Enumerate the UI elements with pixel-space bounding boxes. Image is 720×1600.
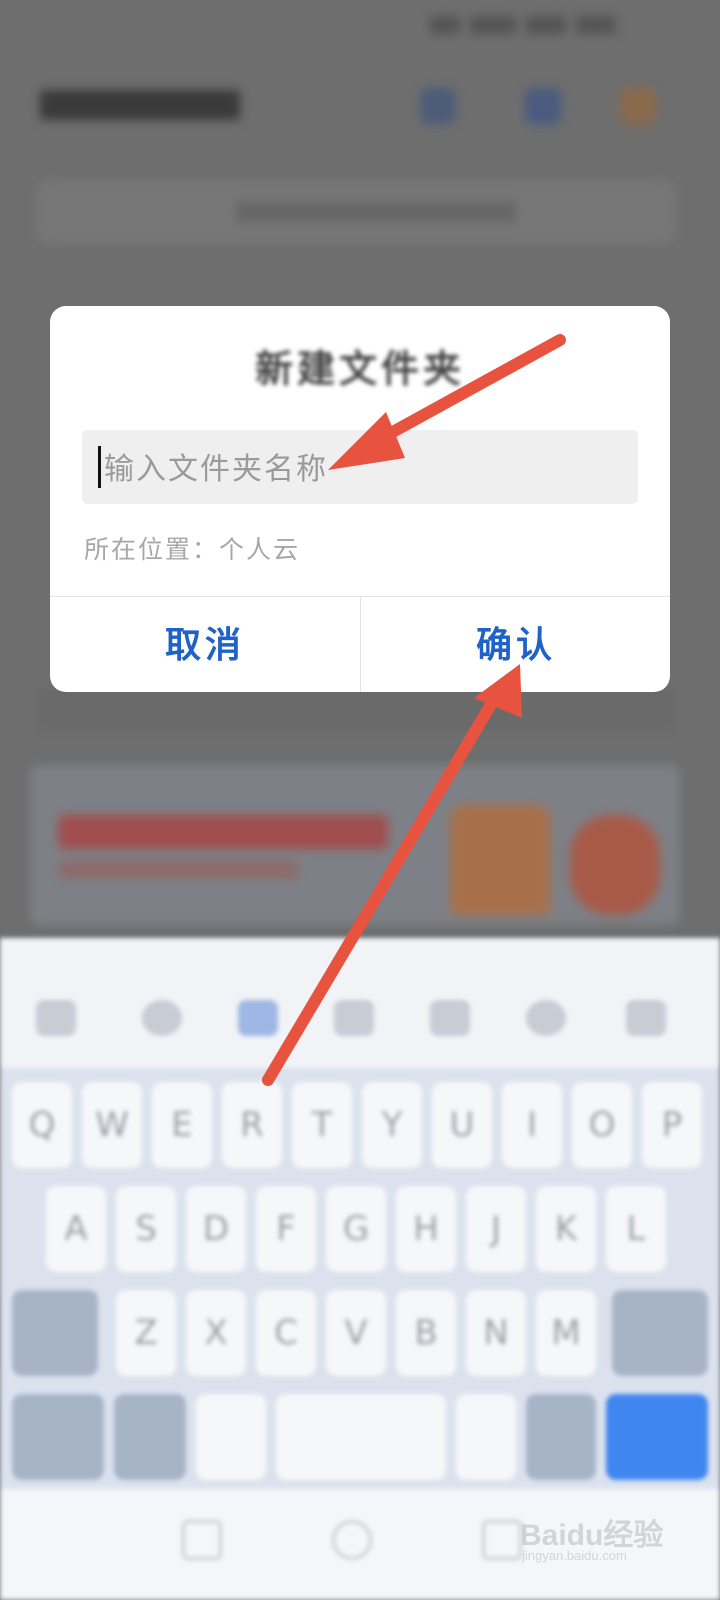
key-s[interactable]: S [116,1186,176,1272]
content-strip [36,690,676,730]
key-c[interactable]: C [256,1290,316,1376]
confirm-button[interactable]: 确认 [361,597,670,692]
key-j[interactable]: J [466,1186,526,1272]
status-bar [0,0,720,56]
nav-back-icon[interactable] [182,1520,222,1560]
period-key[interactable] [456,1394,516,1480]
emoji-icon[interactable] [142,1000,182,1036]
key-r[interactable]: R [222,1082,282,1168]
new-folder-dialog: 新建文件夹 输入文件夹名称 所在位置：个人云 取消 确认 [50,306,670,692]
app-logo [40,90,240,120]
key-t[interactable]: T [292,1082,352,1168]
hide-keyboard-icon[interactable] [626,1000,666,1036]
dialog-actions: 取消 确认 [50,596,670,692]
keyboard-menu-icon[interactable] [36,1000,76,1036]
clipboard-icon[interactable] [334,1000,374,1036]
cursor-icon[interactable] [430,1000,470,1036]
gift-icon [620,88,656,124]
language-key[interactable] [526,1394,596,1480]
status-icons [430,16,660,34]
key-k[interactable]: K [536,1186,596,1272]
key-h[interactable]: H [396,1186,456,1272]
key-q[interactable]: Q [12,1082,72,1168]
shift-key[interactable] [12,1290,98,1376]
keyboard-keys: QWERTYUIOP ASDFGHJKL ZXCVBNM [0,1068,720,1488]
scan-icon [420,88,456,124]
key-x[interactable]: X [186,1290,246,1376]
folder-location: 所在位置：个人云 [84,535,301,564]
status-left [60,12,160,36]
key-u[interactable]: U [432,1082,492,1168]
keyboard-toolbar [0,938,720,1068]
space-key[interactable] [276,1394,446,1480]
nav-home-icon[interactable] [332,1520,372,1560]
key-w[interactable]: W [82,1082,142,1168]
search-icon[interactable] [526,1000,566,1036]
baidu-watermark: Baidu经验 jingyan.baidu.com [520,1500,680,1570]
search-bar [36,180,676,244]
key-z[interactable]: Z [116,1290,176,1376]
key-i[interactable]: I [502,1082,562,1168]
enter-key[interactable] [606,1394,708,1480]
key-d[interactable]: D [186,1186,246,1272]
folder-name-input[interactable]: 输入文件夹名称 [82,430,638,504]
key-e[interactable]: E [152,1082,212,1168]
key-p[interactable]: P [642,1082,702,1168]
key-l[interactable]: L [606,1186,666,1272]
key-g[interactable]: G [326,1186,386,1272]
app-header [0,70,720,140]
text-caret [98,446,101,488]
comma-key[interactable] [196,1394,266,1480]
watermark-url: jingyan.baidu.com [522,1548,627,1563]
key-b[interactable]: B [396,1290,456,1376]
message-icon [525,88,561,124]
nav-recent-icon[interactable] [482,1520,522,1560]
key-f[interactable]: F [256,1186,316,1272]
symbol-key[interactable] [12,1394,104,1480]
key-o[interactable]: O [572,1082,632,1168]
key-y[interactable]: Y [362,1082,422,1168]
number-key[interactable] [114,1394,186,1480]
cancel-button[interactable]: 取消 [50,597,360,692]
key-v[interactable]: V [326,1290,386,1376]
dialog-title: 新建文件夹 [254,346,465,391]
key-m[interactable]: M [536,1290,596,1376]
key-a[interactable]: A [46,1186,106,1272]
promo-banner [30,765,680,925]
key-n[interactable]: N [466,1290,526,1376]
backspace-key[interactable] [612,1290,708,1376]
folder-name-placeholder: 输入文件夹名称 [104,452,328,487]
keyboard-mode-icon[interactable] [238,1000,278,1036]
